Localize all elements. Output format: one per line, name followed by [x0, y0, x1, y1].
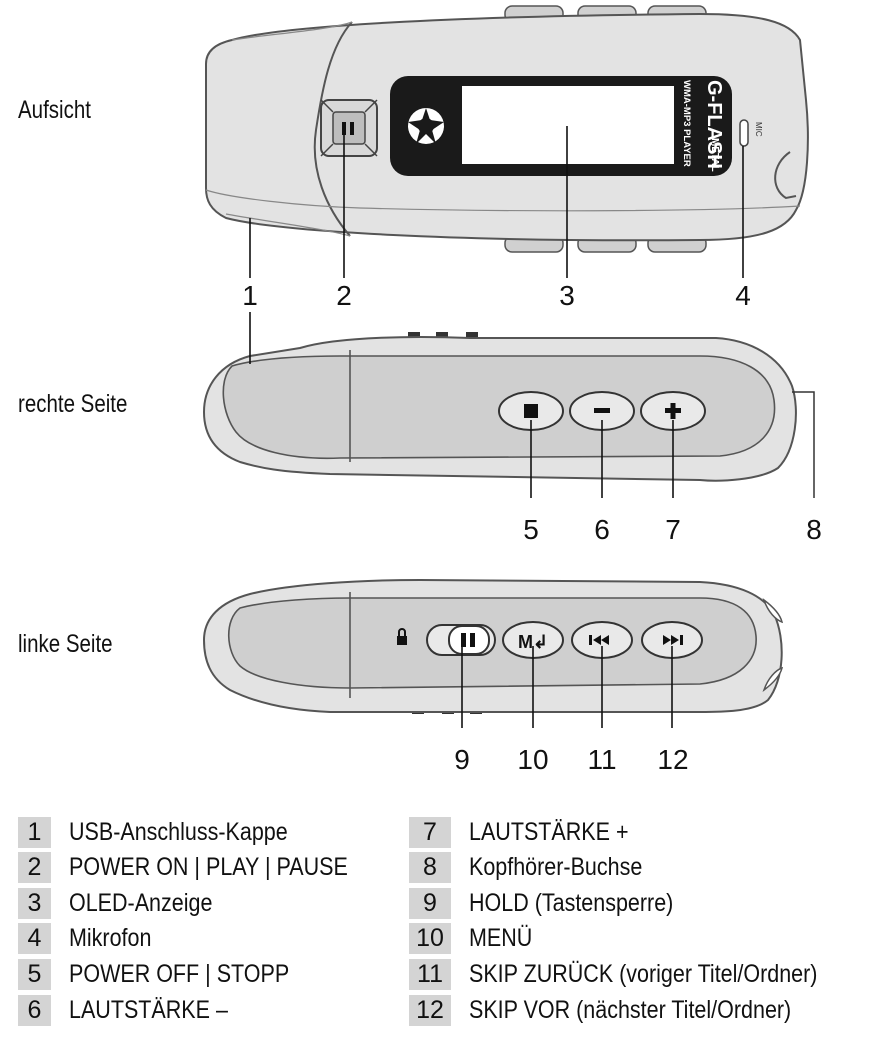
legend-label: POWER ON | PLAY | PAUSE: [69, 852, 348, 881]
callout-6: 6: [594, 514, 610, 545]
legend-item: 12 SKIP VOR (nächster Titel/Ordner): [409, 993, 844, 1027]
legend-number: 1: [18, 816, 51, 848]
legend-label: USB-Anschluss-Kappe: [69, 817, 288, 846]
callout-7: 7: [665, 514, 681, 545]
callout-5: 5: [523, 514, 539, 545]
legend-number: 9: [409, 887, 451, 919]
legend-item: 8 Kopfhörer-Buchse: [409, 850, 671, 884]
oled-display: [462, 86, 674, 164]
legend-number: 6: [18, 994, 51, 1026]
callout-8: 8: [806, 514, 822, 545]
brand-subtitle: WMA-MP3 PLAYER: [681, 80, 692, 167]
manual-diagram: Aufsicht rechte Seite linke Seite M↲ G-F…: [0, 0, 873, 1043]
legend-label: HOLD (Tastensperre): [469, 888, 674, 917]
legend-number: 7: [409, 816, 451, 848]
legend-item: 3 OLED-Anzeige: [18, 886, 236, 920]
legend-item: 11 SKIP ZURÜCK (voriger Titel/Ordner): [409, 957, 873, 991]
legend-number: 11: [409, 958, 451, 990]
edition-text: METAL: [709, 138, 720, 172]
legend-number: 8: [409, 851, 451, 883]
legend-label: POWER OFF | STOPP: [69, 959, 290, 988]
legend-label: OLED-Anzeige: [69, 888, 213, 917]
legend-item: 5 POWER OFF | STOPP: [18, 957, 325, 991]
legend-number: 12: [409, 994, 451, 1026]
legend-number: 10: [409, 922, 451, 954]
mic-label: MIC: [754, 122, 763, 137]
legend-label: LAUTSTÄRKE –: [69, 995, 228, 1024]
legend-label: SKIP VOR (nächster Titel/Ordner): [469, 995, 792, 1024]
legend-item: 1 USB-Anschluss-Kappe: [18, 815, 323, 849]
callout-1: 1: [242, 280, 258, 311]
legend-item: 6 LAUTSTÄRKE –: [18, 993, 254, 1027]
legend-number: 4: [18, 922, 51, 954]
callout-3: 3: [559, 280, 575, 311]
device-illustration: M↲ G-FLASH WMA-MP3 PLAYER METAL MIC: [202, 5, 815, 728]
legend-item: 10 MENÜ: [409, 921, 543, 955]
stop-icon: [524, 404, 538, 418]
legend-label: MENÜ: [469, 923, 533, 952]
legend-number: 2: [18, 851, 51, 883]
callout-12: 12: [657, 744, 689, 775]
callout-2: 2: [336, 280, 352, 311]
legend-number: 3: [18, 887, 51, 919]
logo-icon: [408, 108, 444, 144]
legend-item: 2 POWER ON | PLAY | PAUSE: [18, 850, 393, 884]
minus-icon: [594, 408, 610, 413]
legend-item: 7 LAUTSTÄRKE +: [409, 815, 654, 849]
right-side-view: [202, 332, 815, 498]
legend-label: LAUTSTÄRKE +: [469, 817, 629, 846]
legend-label: SKIP ZURÜCK (voriger Titel/Ordner): [469, 959, 818, 988]
legend-item: 9 HOLD (Tastensperre): [409, 886, 707, 920]
callout-4: 4: [735, 280, 751, 311]
legend-item: 4 Mikrofon: [18, 921, 165, 955]
callout-11: 11: [587, 744, 617, 775]
callout-9: 9: [454, 744, 470, 775]
legend-label: Kopfhörer-Buchse: [469, 852, 643, 881]
callout-10: 10: [517, 744, 549, 775]
legend-number: 5: [18, 958, 51, 990]
left-side-view: M↲: [202, 578, 784, 714]
legend-label: Mikrofon: [69, 923, 152, 952]
